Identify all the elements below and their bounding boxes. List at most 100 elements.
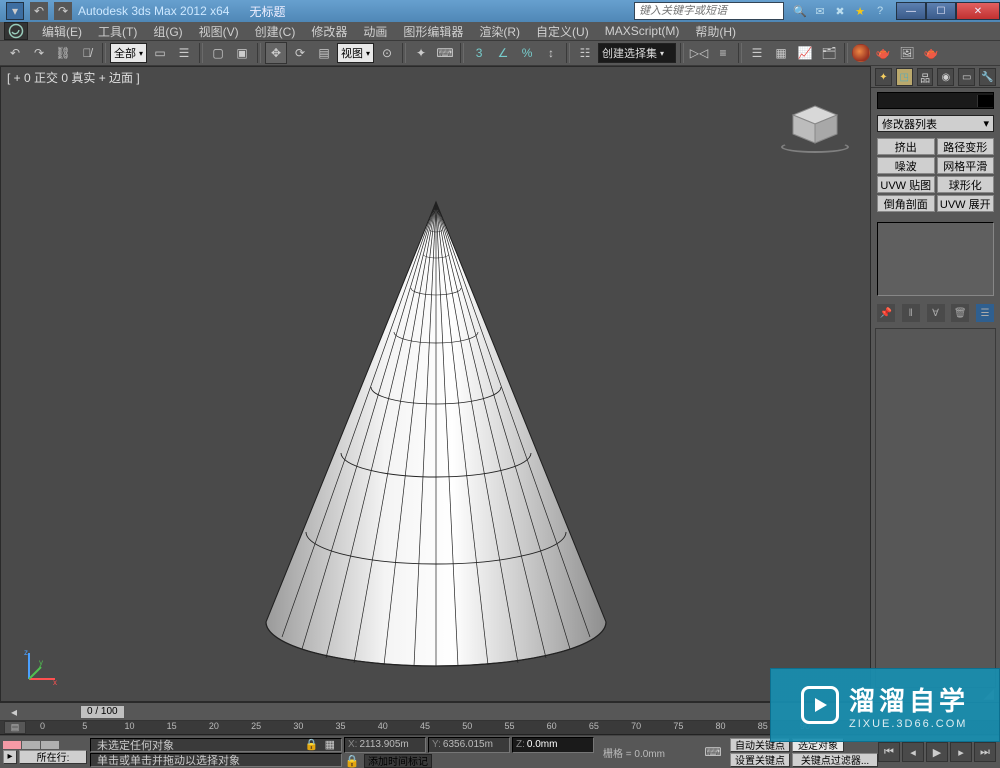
named-selection-dropdown[interactable]: 创建选择集▾ bbox=[598, 43, 676, 63]
tab-create-icon[interactable]: ✦ bbox=[875, 68, 892, 86]
menu-rendering[interactable]: 渲染(R) bbox=[471, 21, 528, 42]
help-search-input[interactable] bbox=[634, 2, 784, 20]
material-editor-icon[interactable] bbox=[852, 44, 870, 62]
modifier-stack[interactable] bbox=[877, 222, 994, 296]
edit-named-sel-icon[interactable]: ☷ bbox=[574, 42, 596, 64]
render-production-icon[interactable]: 🫖 bbox=[920, 42, 942, 64]
menu-animation[interactable]: 动画 bbox=[355, 21, 395, 42]
now-row-button[interactable]: 所在行: bbox=[19, 750, 87, 764]
ref-coord-dropdown[interactable]: 视图▾ bbox=[337, 43, 374, 63]
tab-hierarchy-icon[interactable]: 品 bbox=[917, 68, 934, 86]
menu-group[interactable]: 组(G) bbox=[145, 21, 190, 42]
select-by-name-icon[interactable]: ☰ bbox=[173, 42, 195, 64]
trackbar-toggle-icon[interactable]: ▤ bbox=[4, 721, 26, 734]
pivot-icon[interactable]: ⊙ bbox=[376, 42, 398, 64]
object-name-field[interactable] bbox=[877, 92, 994, 109]
percent-snap-icon[interactable]: % bbox=[516, 42, 538, 64]
mirror-icon[interactable]: ▷◁ bbox=[688, 42, 710, 64]
menu-tools[interactable]: 工具(T) bbox=[90, 21, 145, 42]
manipulate-icon[interactable]: ✦ bbox=[410, 42, 432, 64]
tab-modify-icon[interactable]: ◳ bbox=[896, 68, 913, 86]
setkey-button[interactable]: 设置关键点 bbox=[730, 753, 790, 767]
redo-icon[interactable]: ↷ bbox=[28, 42, 50, 64]
subscription-icon[interactable]: ✉ bbox=[812, 3, 828, 19]
graphite-icon[interactable]: ▦ bbox=[770, 42, 792, 64]
viewcube[interactable] bbox=[776, 83, 854, 157]
schematic-icon[interactable]: 🗂 bbox=[818, 42, 840, 64]
menu-customize[interactable]: 自定义(U) bbox=[528, 21, 597, 42]
isolate-icon[interactable]: ▦ bbox=[325, 738, 335, 751]
make-unique-icon[interactable]: ∀ bbox=[927, 304, 945, 322]
menu-help[interactable]: 帮助(H) bbox=[687, 21, 744, 42]
curve-editor-icon[interactable]: 📈 bbox=[794, 42, 816, 64]
render-setup-icon[interactable]: 🫖 bbox=[872, 42, 894, 64]
align-icon[interactable]: ≡ bbox=[712, 42, 734, 64]
key-filters-button[interactable]: 关键点过滤器... bbox=[792, 753, 878, 767]
lock-selection-icon[interactable]: 🔒 bbox=[305, 738, 319, 751]
coord-z[interactable]: Z:0.0mm bbox=[512, 737, 594, 753]
menu-views[interactable]: 视图(V) bbox=[191, 21, 247, 42]
close-button[interactable]: ✕ bbox=[956, 2, 1000, 20]
tab-utilities-icon[interactable]: 🔧 bbox=[979, 68, 996, 86]
modifier-uvwunwrap[interactable]: UVW 展开 bbox=[937, 195, 995, 212]
selection-filter-dropdown[interactable]: 全部▾ bbox=[110, 43, 147, 63]
angle-snap-icon[interactable]: ∠ bbox=[492, 42, 514, 64]
modifier-meshsmooth[interactable]: 网格平滑 bbox=[937, 157, 995, 174]
keyboard-shortcut-icon[interactable]: ⌨ bbox=[434, 42, 456, 64]
slider-step-back-icon[interactable]: ◂ bbox=[4, 704, 24, 720]
modifier-extrude[interactable]: 挤出 bbox=[877, 138, 935, 155]
coord-y[interactable]: Y:6356.015m bbox=[428, 737, 510, 753]
select-object-icon[interactable]: ▭ bbox=[149, 42, 171, 64]
rendered-frame-icon[interactable]: 🖼 bbox=[896, 42, 918, 64]
viewport-label[interactable]: [ + 0 正交 0 真实 + 边面 ] bbox=[7, 69, 140, 86]
menu-grapheditors[interactable]: 图形编辑器 bbox=[395, 21, 471, 42]
modifier-noise[interactable]: 噪波 bbox=[877, 157, 935, 174]
tab-motion-icon[interactable]: ◉ bbox=[937, 68, 954, 86]
tab-display-icon[interactable]: ▭ bbox=[958, 68, 975, 86]
object-color-swatch[interactable] bbox=[977, 95, 993, 107]
select-move-icon[interactable]: ✥ bbox=[265, 42, 287, 64]
menu-edit[interactable]: 编辑(E) bbox=[34, 21, 90, 42]
modifier-bevelprofile[interactable]: 倒角剖面 bbox=[877, 195, 935, 212]
help-icon[interactable]: ? bbox=[872, 3, 888, 19]
modifier-list-dropdown[interactable]: 修改器列表▾ bbox=[877, 115, 994, 132]
snap-toggle-icon[interactable]: 3 bbox=[468, 42, 490, 64]
menu-maxscript[interactable]: MAXScript(M) bbox=[597, 22, 688, 40]
viewport[interactable]: [ + 0 正交 0 真实 + 边面 ] bbox=[0, 66, 870, 702]
open-mini-listener-icon[interactable]: ▸ bbox=[3, 750, 17, 764]
modifier-uvwmap[interactable]: UVW 贴图 bbox=[877, 176, 935, 193]
play-icon[interactable]: ▶ bbox=[926, 742, 948, 762]
exchange-icon[interactable]: ✖ bbox=[832, 3, 848, 19]
next-frame-icon[interactable]: ▸ bbox=[950, 742, 972, 762]
select-rotate-icon[interactable]: ⟳ bbox=[289, 42, 311, 64]
maxscript-mini-listener[interactable] bbox=[3, 741, 87, 749]
menu-modifiers[interactable]: 修改器 bbox=[303, 21, 355, 42]
favorite-icon[interactable]: ★ bbox=[852, 3, 868, 19]
modifier-pathdeform[interactable]: 路径变形 bbox=[937, 138, 995, 155]
layers-icon[interactable]: ☰ bbox=[746, 42, 768, 64]
time-slider-handle[interactable]: 0 / 100 bbox=[80, 705, 125, 719]
qat-redo-icon[interactable]: ↷ bbox=[54, 2, 72, 20]
goto-end-icon[interactable]: ⏭ bbox=[974, 742, 996, 762]
pin-stack-icon[interactable]: 📌 bbox=[877, 304, 895, 322]
spinner-snap-icon[interactable]: ↕ bbox=[540, 42, 562, 64]
select-scale-icon[interactable]: ▤ bbox=[313, 42, 335, 64]
prev-frame-icon[interactable]: ◂ bbox=[902, 742, 924, 762]
configure-sets-icon[interactable]: ☰ bbox=[976, 304, 994, 322]
infocenter-search-icon[interactable]: 🔍 bbox=[792, 3, 808, 19]
remove-modifier-icon[interactable]: 🗑 bbox=[951, 304, 969, 322]
qat-undo-icon[interactable]: ↶ bbox=[30, 2, 48, 20]
keymode-icon[interactable]: ⌨ bbox=[702, 741, 724, 763]
show-end-result-icon[interactable]: ‖ bbox=[902, 304, 920, 322]
link-icon[interactable]: ⛓ bbox=[52, 42, 74, 64]
app-logo-icon[interactable] bbox=[4, 22, 28, 40]
undo-icon[interactable]: ↶ bbox=[4, 42, 26, 64]
app-menu-icon[interactable]: ▾ bbox=[6, 2, 24, 20]
lock-transform-icon[interactable]: 🔒 bbox=[344, 754, 360, 768]
maximize-button[interactable]: ☐ bbox=[926, 2, 956, 20]
minimize-button[interactable]: — bbox=[896, 2, 926, 20]
coord-x[interactable]: X:2113.905m bbox=[344, 737, 426, 753]
modifier-spherify[interactable]: 球形化 bbox=[937, 176, 995, 193]
add-time-tag-button[interactable]: 添加时间标记 bbox=[364, 754, 432, 768]
window-crossing-icon[interactable]: ▣ bbox=[231, 42, 253, 64]
